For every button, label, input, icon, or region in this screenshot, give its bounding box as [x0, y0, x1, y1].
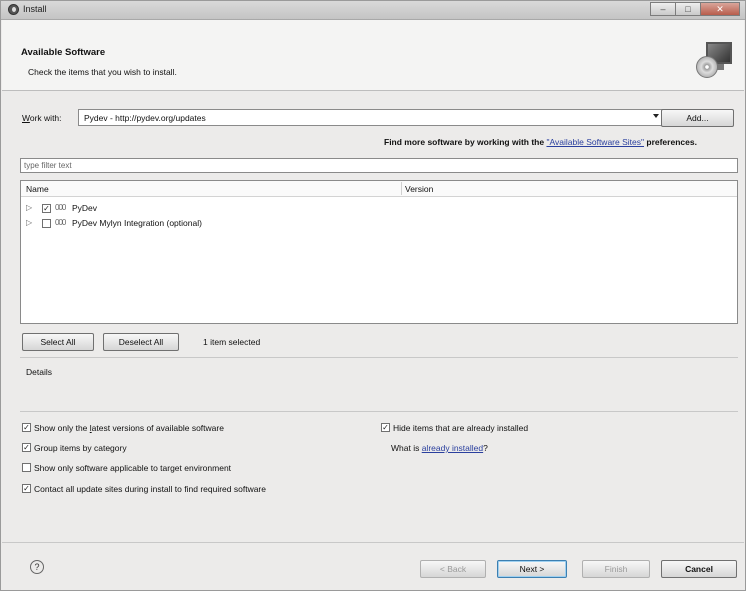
wizard-header: Available Software Check the items that …: [2, 20, 744, 91]
tree-row[interactable]: ▷ 000 PyDev Mylyn Integration (optional): [21, 216, 737, 230]
selection-status: 1 item selected: [203, 337, 261, 347]
divider: [2, 542, 744, 543]
cancel-button[interactable]: Cancel: [661, 560, 737, 578]
item-name: PyDev: [72, 203, 98, 213]
category-icon: 000: [55, 218, 66, 227]
page-subtitle: Check the items that you wish to install…: [28, 67, 177, 77]
tree-header: Name Version: [21, 181, 737, 197]
available-software-sites-link[interactable]: "Available Software Sites": [546, 137, 644, 147]
filter-input[interactable]: type filter text: [20, 158, 738, 173]
software-tree: Name Version ▷ ✓ 000 PyDev ▷ 000 PyDev M…: [20, 180, 738, 324]
minimize-button[interactable]: –: [650, 2, 676, 16]
eclipse-icon: [8, 4, 19, 15]
item-checkbox[interactable]: ✓: [42, 204, 51, 213]
checkbox[interactable]: ✓: [381, 423, 390, 432]
column-version[interactable]: Version: [405, 184, 433, 194]
back-button[interactable]: < Back: [420, 560, 486, 578]
help-icon[interactable]: ?: [30, 560, 44, 574]
category-icon: 000: [55, 203, 66, 212]
deselect-all-button[interactable]: Deselect All: [103, 333, 179, 351]
title-bar: Install – □ ✕: [1, 1, 745, 20]
add-button[interactable]: Add...: [661, 109, 734, 127]
divider: [20, 411, 738, 412]
item-checkbox[interactable]: [42, 219, 51, 228]
find-more-text: Find more software by working with the "…: [384, 137, 697, 147]
expand-icon[interactable]: ▷: [26, 218, 32, 227]
monitor-cd-icon: [696, 42, 732, 82]
checkbox[interactable]: [22, 463, 31, 472]
work-with-value: Pydev - http://pydev.org/updates: [84, 113, 206, 123]
divider: [20, 357, 738, 358]
page-title: Available Software: [21, 47, 106, 58]
details-label: Details: [26, 367, 52, 377]
window-controls: – □ ✕: [650, 2, 740, 16]
column-name[interactable]: Name: [26, 184, 49, 194]
chevron-down-icon[interactable]: [653, 114, 659, 118]
next-button[interactable]: Next >: [497, 560, 567, 578]
checkbox[interactable]: ✓: [22, 423, 31, 432]
maximize-button[interactable]: □: [675, 2, 701, 16]
already-installed-link[interactable]: already installed: [422, 443, 483, 453]
item-name: PyDev Mylyn Integration (optional): [72, 218, 202, 228]
checkbox[interactable]: ✓: [22, 484, 31, 493]
finish-button[interactable]: Finish: [582, 560, 650, 578]
install-dialog: Install – □ ✕ Available Software Check t…: [0, 0, 746, 591]
what-is-installed-text: What is already installed?: [391, 443, 488, 453]
tree-row[interactable]: ▷ ✓ 000 PyDev: [21, 201, 737, 215]
work-with-combo[interactable]: Pydev - http://pydev.org/updates: [78, 109, 665, 126]
expand-icon[interactable]: ▷: [26, 203, 32, 212]
select-all-button[interactable]: Select All: [22, 333, 94, 351]
work-with-label: Work with:: [22, 113, 62, 123]
checkbox[interactable]: ✓: [22, 443, 31, 452]
close-button[interactable]: ✕: [700, 2, 740, 16]
window-title: Install: [23, 4, 47, 14]
